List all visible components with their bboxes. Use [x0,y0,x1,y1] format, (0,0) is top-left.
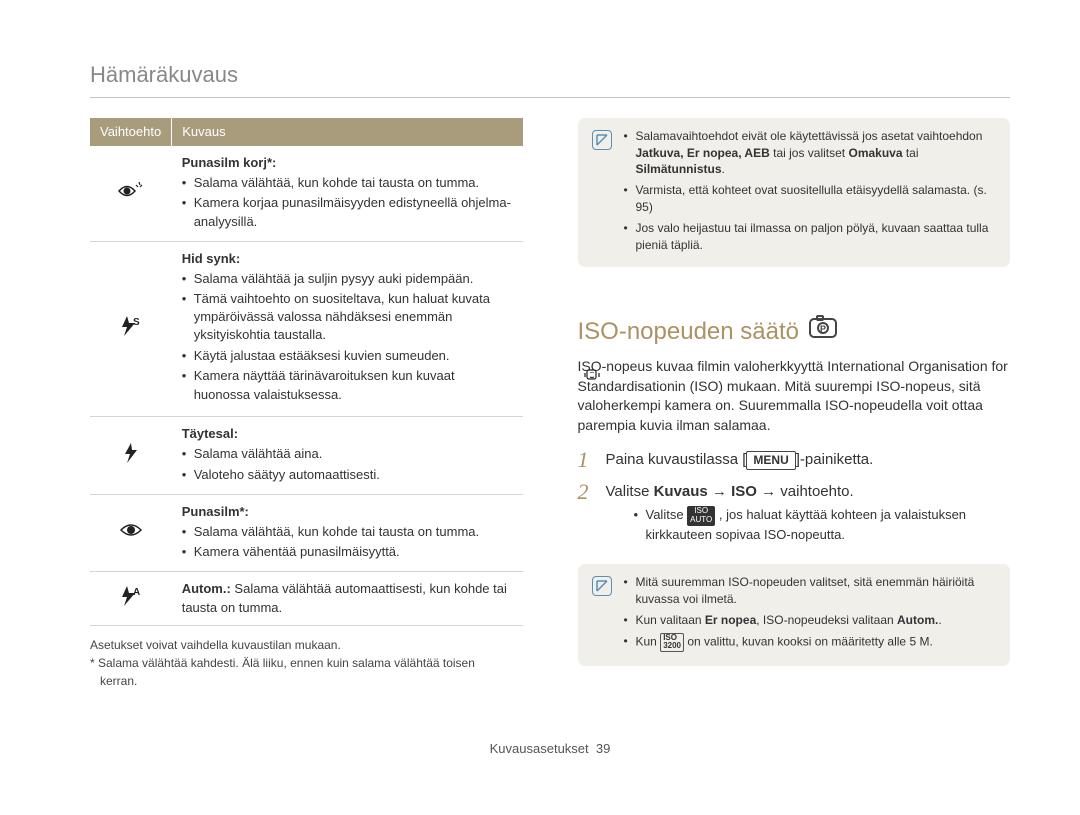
option-title: Täytesal: [182,426,238,441]
camera-shake-icon [583,367,601,388]
flash-options-table: Vaihtoehto Kuvaus Punasilm korj*: Sa [90,118,523,626]
step-text-bold: Kuvaus → ISO → [654,483,777,500]
footnote-line: Asetukset voivat vaihdella kuvaustilan m… [90,636,523,654]
right-column: Salamavaihtoehdot eivät ole käytettäviss… [578,118,1011,690]
page-footer: Kuvausasetukset 39 [90,740,1010,758]
menu-button-icon: MENU [746,451,795,470]
option-title: Punasilm korj*: [182,155,277,170]
footnote-line: kerran. [90,672,523,690]
bullet: Salama välähtää, kun kohde tai tausta on… [182,174,513,192]
step-text: Paina kuvaustilassa [ [606,451,747,468]
section-title: ISO-nopeuden säätö P [578,315,1011,349]
red-eye-fix-icon [117,182,145,205]
th-option: Vaihtoehto [90,118,172,146]
footnotes: Asetukset voivat vaihdella kuvaustilan m… [90,636,523,690]
note-icon [592,130,612,150]
table-row: Täytesal: Salama välähtää aina. Valoteho… [90,417,523,495]
option-desc: Salama välähtää automaattisesti, kun koh… [182,581,507,614]
section-title-text: ISO-nopeuden säätö [578,315,800,349]
option-title: Autom.: [182,581,231,596]
note-box-bottom: Mitä suuremman ISO-nopeuden valitset, si… [578,564,1011,665]
table-row: Punasilm*: Salama välähtää, kun kohde ta… [90,494,523,572]
bullet: Tämä vaihtoehto on suositeltava, kun hal… [182,290,513,345]
bullet: Käytä jalustaa estääksesi kuvien sumeude… [182,347,513,365]
bullet: Salama välähtää aina. [182,445,513,463]
bullet: Salama välähtää ja suljin pysyy auki pid… [182,270,513,288]
slow-sync-flash-icon: S [119,314,143,343]
bullet: Kamera korjaa punasilmäisyyden edistynee… [182,194,513,230]
step-text: vaihtoehto. [776,483,854,500]
note-icon [592,576,612,596]
footnote-line: * Salama välähtää kahdesti. Älä liiku, e… [90,654,523,672]
svg-text:S: S [133,317,140,328]
svg-text:P: P [820,324,826,334]
left-column: Vaihtoehto Kuvaus Punasilm korj*: Sa [90,118,523,690]
iso-auto-icon: ISOAUTO [687,506,715,526]
section-body: ISO-nopeus kuvaa filmin valoherkkyyttä I… [578,357,1011,435]
note-item: Kun valitaan Er nopea, ISO-nopeudeksi va… [624,612,997,629]
bullet: Valoteho säätyy automaattisesti. [182,466,513,484]
table-row: A Autom.: Salama välähtää automaattisest… [90,572,523,625]
table-row: S Hid synk: Salama välähtää ja suljin py… [90,241,523,417]
fill-flash-icon [121,442,141,469]
bullet: Salama välähtää, kun kohde tai tausta on… [182,523,513,541]
auto-flash-icon: A [119,584,143,613]
step-text: ]-painiketta. [796,451,874,468]
note-item: Varmista, että kohteet ovat suositellull… [624,182,997,216]
th-desc: Kuvaus [172,118,523,146]
note-item: Salamavaihtoehdot eivät ole käytettäviss… [624,128,997,178]
substep: Valitse ISOAUTO , jos haluat käyttää koh… [634,506,1011,544]
option-title: Hid synk: [182,251,241,266]
option-title: Punasilm*: [182,504,249,519]
page-title: Hämäräkuvaus [90,60,1010,98]
step-2: 2 Valitse Kuvaus → ISO → vaihtoehto. Val… [578,481,1011,544]
bullet: Kamera vähentää punasilmäisyyttä. [182,543,513,561]
bullet: Kamera näyttää tärinävaroituksen kun kuv… [182,367,513,406]
mode-p-icon: P [809,315,837,349]
iso-3200-icon: ISO3200 [660,633,684,652]
step-1: 1 Paina kuvaustilassa [MENU]-painiketta. [578,449,1011,471]
step-text: Valitse [606,483,654,500]
note-item: Kun ISO3200 on valittu, kuvan kooksi on … [624,633,997,652]
table-row: Punasilm korj*: Salama välähtää, kun koh… [90,146,523,241]
note-item: Jos valo heijastuu tai ilmassa on paljon… [624,220,997,254]
svg-text:A: A [133,587,140,598]
red-eye-icon [119,522,143,543]
note-box-top: Salamavaihtoehdot eivät ole käytettäviss… [578,118,1011,268]
note-item: Mitä suuremman ISO-nopeuden valitset, si… [624,574,997,608]
